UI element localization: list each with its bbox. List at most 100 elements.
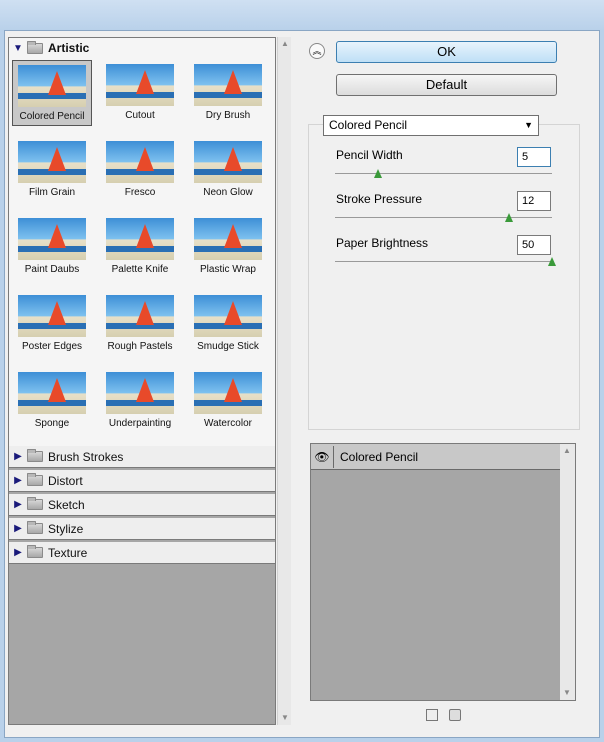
folder-icon [27,521,43,534]
triangle-right-icon[interactable]: ▶ [9,547,27,558]
thumbnail-image [106,372,174,414]
thumbnail-image [18,218,86,260]
category-label: Texture [48,545,88,560]
ok-button[interactable]: OK [336,41,557,63]
param-label: Stroke Pressure [336,192,423,206]
category-header-artistic[interactable]: ▼ Artistic [9,38,275,58]
param-slider-track[interactable] [335,217,552,218]
triangle-right-icon[interactable]: ▶ [9,451,27,462]
filter-thumbnail[interactable]: Sponge [12,368,92,434]
thumbnail-label: Rough Pastels [107,341,173,352]
category-label: Artistic [48,41,90,55]
thumbnail-image [194,64,262,106]
filter-select[interactable]: Colored Pencil ▼ [323,115,539,136]
triangle-down-icon[interactable]: ▼ [9,43,27,54]
thumbnail-image [18,295,86,337]
filter-select-value: Colored Pencil [329,118,408,132]
thumbnail-image [194,295,262,337]
thumbnail-image [18,65,86,107]
param-label: Pencil Width [336,148,403,162]
param-slider-knob[interactable] [374,169,383,178]
triangle-right-icon[interactable]: ▶ [9,475,27,486]
filter-thumbnail[interactable]: Plastic Wrap [188,214,268,280]
gallery-scrollbar[interactable]: ▲ ▼ [277,37,291,725]
thumbnail-sail [224,70,242,94]
scroll-up-icon[interactable]: ▲ [278,37,292,51]
filter-thumbnail[interactable]: Watercolor [188,368,268,434]
thumbnail-sail [136,378,154,402]
thumbnail-sail [48,378,66,402]
thumbnail-label: Colored Pencil [19,111,85,122]
folder-icon [27,545,43,558]
thumbnail-image [106,218,174,260]
thumbnail-sail [136,147,154,171]
param-slider-track[interactable] [335,173,552,174]
new-layer-icon[interactable] [426,709,438,721]
filter-thumbnail[interactable]: Dry Brush [188,60,268,126]
param-value-input[interactable]: 5 [517,147,551,167]
effect-layer-label: Colored Pencil [340,449,419,464]
thumbnail-label: Palette Knife [111,264,169,275]
thumbnail-sail [224,147,242,171]
triangle-right-icon[interactable]: ▶ [9,523,27,534]
filter-settings-panel [308,124,580,430]
thumbnail-label: Fresco [124,187,156,198]
category-label: Sketch [48,497,85,512]
effect-layer-row[interactable]: 👁 Colored Pencil [311,444,560,470]
filter-thumbnail[interactable]: Rough Pastels [100,291,180,357]
thumbnail-image [18,141,86,183]
default-button[interactable]: Default [336,74,557,96]
thumbnail-sail [136,224,154,248]
folder-icon [27,497,43,510]
thumbnail-label: Neon Glow [203,187,253,198]
thumbnail-label: Dry Brush [205,110,251,121]
scroll-up-icon[interactable]: ▲ [560,444,574,458]
param-label: Paper Brightness [336,236,429,250]
param-slider-track[interactable] [335,261,552,262]
thumbnail-sail [48,224,66,248]
thumbnail-image [106,295,174,337]
thumbnail-label: Film Grain [28,187,76,198]
layers-scrollbar[interactable]: ▲ ▼ [560,444,575,700]
thumbnail-sail [136,70,154,94]
folder-icon [27,449,43,462]
filter-thumbnail[interactable]: Poster Edges [12,291,92,357]
thumbnail-label: Cutout [125,110,155,121]
thumbnail-image [194,141,262,183]
category-row[interactable]: ▶ Brush Strokes [9,446,275,468]
scroll-down-icon[interactable]: ▼ [278,711,292,725]
filter-thumbnail[interactable]: Palette Knife [100,214,180,280]
double-chevron-up-icon[interactable]: ︽ [309,43,325,59]
thumbnail-label: Sponge [34,418,70,429]
folder-icon [27,473,43,486]
triangle-right-icon[interactable]: ▶ [9,499,27,510]
category-row[interactable]: ▶ Sketch [9,494,275,516]
param-value-input[interactable]: 50 [517,235,551,255]
thumbnail-label: Smudge Stick [197,341,259,352]
filter-thumbnail[interactable]: Cutout [100,60,180,126]
trash-icon[interactable] [449,709,461,721]
thumbnail-sail [48,147,66,171]
thumbnail-image [194,372,262,414]
category-row[interactable]: ▶ Distort [9,470,275,492]
filter-thumbnail[interactable]: Underpainting [100,368,180,434]
category-label: Brush Strokes [48,449,124,464]
filter-thumbnail[interactable]: Fresco [100,137,180,203]
thumbnail-image [106,141,174,183]
filter-thumbnail[interactable]: Colored Pencil [12,60,92,126]
filter-thumbnail[interactable]: Paint Daubs [12,214,92,280]
scroll-down-icon[interactable]: ▼ [560,686,574,700]
category-label: Stylize [48,521,84,536]
param-slider-knob[interactable] [504,213,513,222]
param-value-input[interactable]: 12 [517,191,551,211]
thumbnail-label: Underpainting [108,418,172,429]
param-slider-knob[interactable] [548,257,556,266]
category-row[interactable]: ▶ Stylize [9,518,275,540]
eye-icon[interactable]: 👁 [311,445,334,468]
filter-thumbnail[interactable]: Film Grain [12,137,92,203]
category-label: Distort [48,473,83,488]
filter-thumbnail[interactable]: Smudge Stick [188,291,268,357]
category-row[interactable]: ▶ Texture [9,542,275,564]
filter-thumbnail[interactable]: Neon Glow [188,137,268,203]
thumbnail-label: Plastic Wrap [200,264,256,275]
